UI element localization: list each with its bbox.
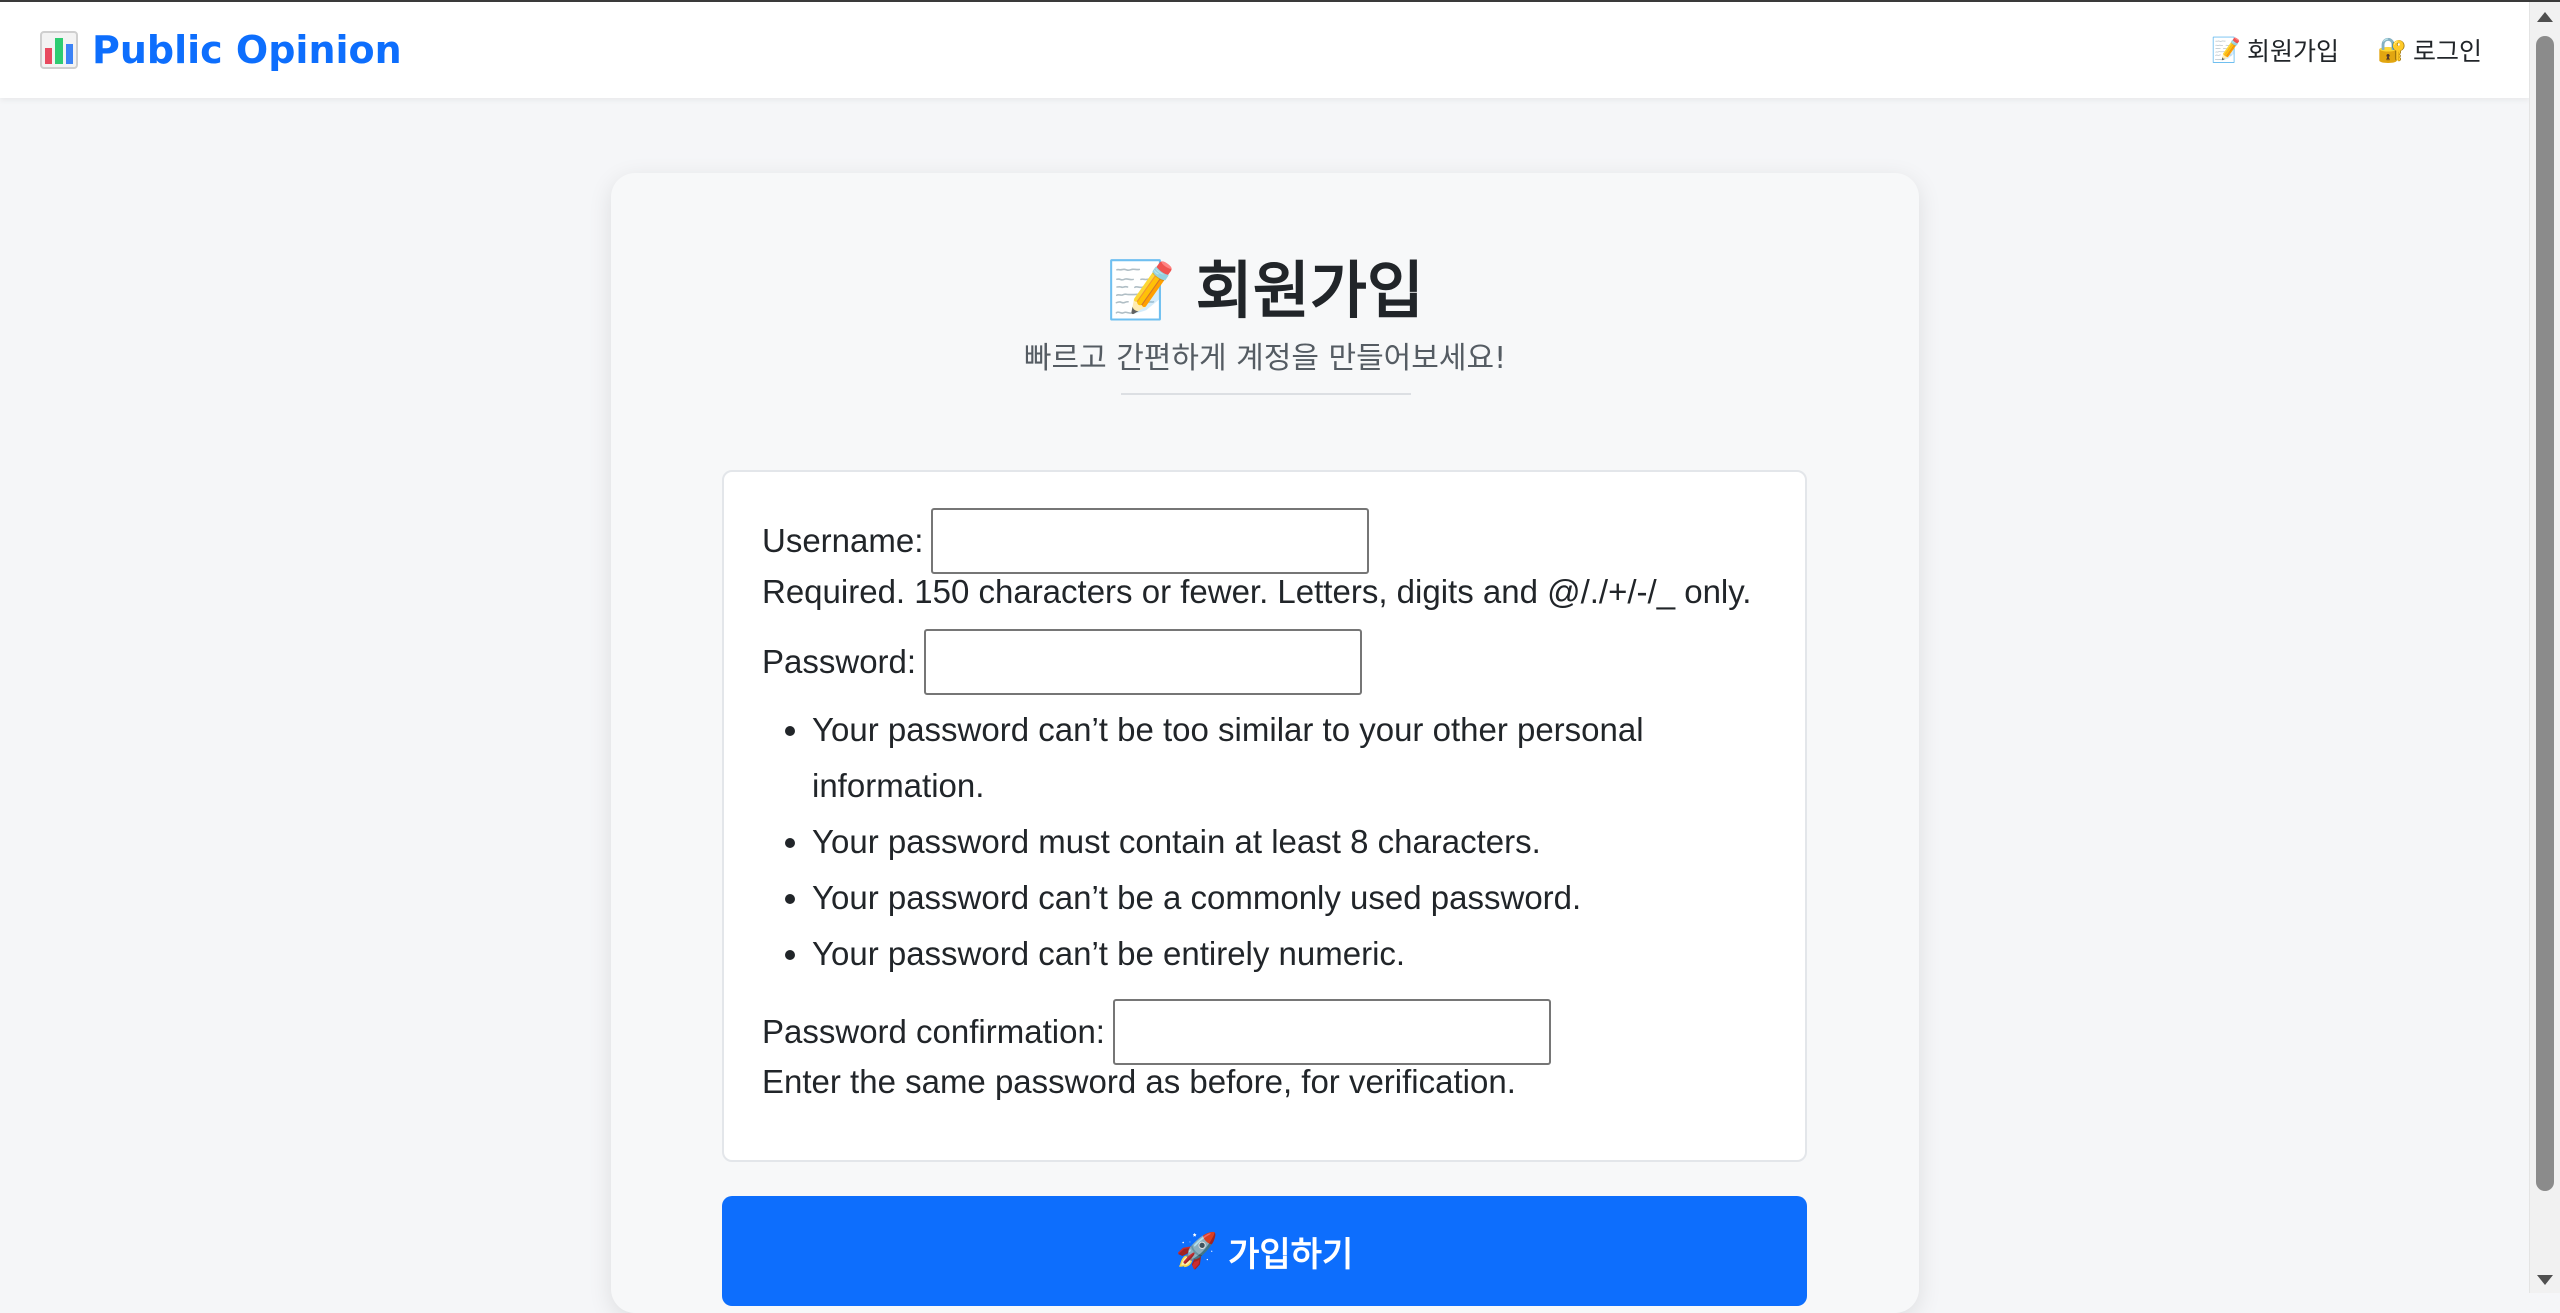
scroll-down-arrow-icon[interactable]: [2537, 1275, 2553, 1285]
username-input[interactable]: [931, 508, 1370, 574]
password-label: Password:: [762, 643, 917, 680]
memo-icon: 📝: [1106, 258, 1176, 323]
nav-links: 📝 회원가입 🔐 로그인: [2211, 32, 2482, 68]
signup-submit-label: 가입하기: [1228, 1234, 1354, 1275]
password-rule: Your password must contain at least 8 ch…: [812, 814, 1742, 870]
navbar: Public Opinion 📝 회원가입 🔐 로그인: [0, 2, 2530, 98]
password-row: Password:: [762, 629, 1363, 695]
username-row: Username:: [762, 508, 1370, 574]
memo-icon: 📝: [2210, 36, 2241, 64]
username-help: Required. 150 characters or fewer. Lette…: [762, 573, 1752, 610]
rocket-icon: 🚀: [1175, 1231, 1219, 1271]
lock-icon: 🔐: [2376, 36, 2407, 64]
signup-form: Username: Required. 150 characters or fe…: [722, 470, 1807, 1162]
vertical-scrollbar[interactable]: [2529, 2, 2560, 1293]
signup-card: 📝 회원가입 빠르고 간편하게 계정을 만들어보세요! Username: Re…: [611, 173, 1919, 1313]
bar-chart-icon: [40, 31, 78, 69]
page-title: 📝 회원가입: [1106, 253, 1424, 329]
signup-submit-button[interactable]: 🚀 가입하기: [722, 1196, 1807, 1306]
password-confirm-row: Password confirmation:: [762, 999, 1551, 1065]
password-confirm-help: Enter the same password as before, for v…: [762, 1063, 1516, 1100]
scrollbar-thumb[interactable]: [2536, 36, 2554, 1191]
nav-signup-label: 회원가입: [2246, 37, 2339, 66]
nav-login-label: 로그인: [2412, 37, 2482, 66]
password-rules-list: Your password can’t be too similar to yo…: [762, 702, 1742, 982]
password-input[interactable]: [924, 629, 1363, 695]
page-subtitle: 빠르고 간편하게 계정을 만들어보세요!: [1023, 341, 1507, 376]
password-rule: Your password can’t be too similar to yo…: [812, 702, 1742, 814]
brand-name: Public Opinion: [92, 28, 402, 72]
password-rule: Your password can’t be entirely numeric.: [812, 926, 1742, 982]
page-title-text: 회원가입: [1195, 254, 1424, 327]
nav-signup-link[interactable]: 📝 회원가입: [2211, 32, 2339, 68]
card-header: 📝 회원가입 빠르고 간편하게 계정을 만들어보세요!: [611, 253, 1919, 377]
nav-login-link[interactable]: 🔐 로그인: [2377, 32, 2482, 68]
password-confirm-label: Password confirmation:: [762, 1013, 1105, 1050]
password-rule: Your password can’t be a commonly used p…: [812, 870, 1742, 926]
password-confirm-input[interactable]: [1112, 999, 1551, 1065]
scroll-up-arrow-icon[interactable]: [2537, 12, 2553, 22]
brand-link[interactable]: Public Opinion: [40, 28, 402, 72]
username-label: Username:: [762, 522, 924, 559]
header-divider: [1121, 393, 1411, 395]
